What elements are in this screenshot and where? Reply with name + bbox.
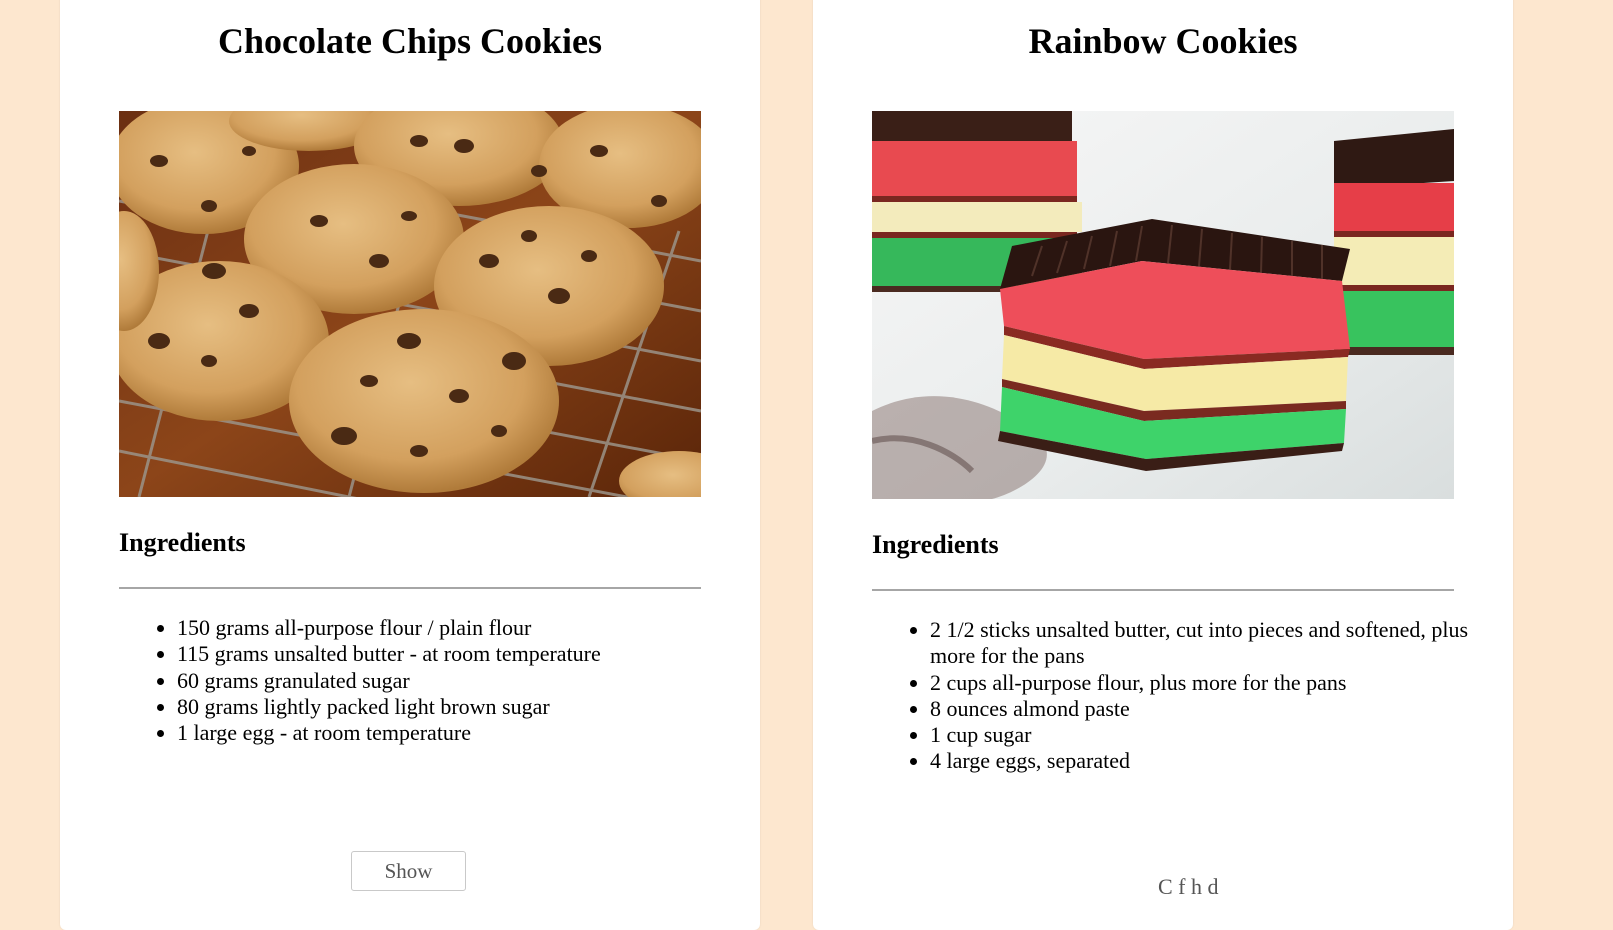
recipe-photo-chocolate-chip-cookies <box>119 111 701 497</box>
recipe-title: Rainbow Cookies <box>1028 21 1298 61</box>
ingredient-item: 4 large eggs, separated <box>930 748 1490 774</box>
ingredient-item: 2 cups all-purpose flour, plus more for … <box>930 670 1490 696</box>
ingredient-item: 1 cup sugar <box>930 722 1490 748</box>
recipe-title: Chocolate Chips Cookies <box>217 21 603 61</box>
ingredient-item: 60 grams granulated sugar <box>177 668 737 694</box>
divider <box>119 587 701 589</box>
show-button[interactable]: Show <box>351 851 466 891</box>
ingredient-item: 115 grams unsalted butter - at room temp… <box>177 641 737 667</box>
recipe-card-chocolate-chip: Chocolate Chips Cookies Ingredients • 15… <box>60 0 760 930</box>
ingredient-item: 2 1/2 sticks unsalted butter, cut into p… <box>930 617 1490 670</box>
ingredients-list: 150 grams all-purpose flour / plain flou… <box>119 615 737 746</box>
ingredients-heading: Ingredients <box>119 528 246 557</box>
recipe-card-rainbow: Rainbow Cookies Ingredients • 2 1/2 stic… <box>813 0 1513 930</box>
ingredient-item: 8 ounces almond paste <box>930 696 1490 722</box>
partial-text: C f h d <box>1158 874 1219 899</box>
ingredient-item: 1 large egg - at room temperature <box>177 720 737 746</box>
divider <box>872 589 1454 591</box>
ingredient-item: 150 grams all-purpose flour / plain flou… <box>177 615 737 641</box>
ingredients-heading: Ingredients <box>872 530 999 559</box>
ingredients-list: 2 1/2 sticks unsalted butter, cut into p… <box>872 617 1490 775</box>
ingredient-item: 80 grams lightly packed light brown suga… <box>177 694 737 720</box>
recipe-photo-rainbow-cookies <box>872 111 1454 499</box>
